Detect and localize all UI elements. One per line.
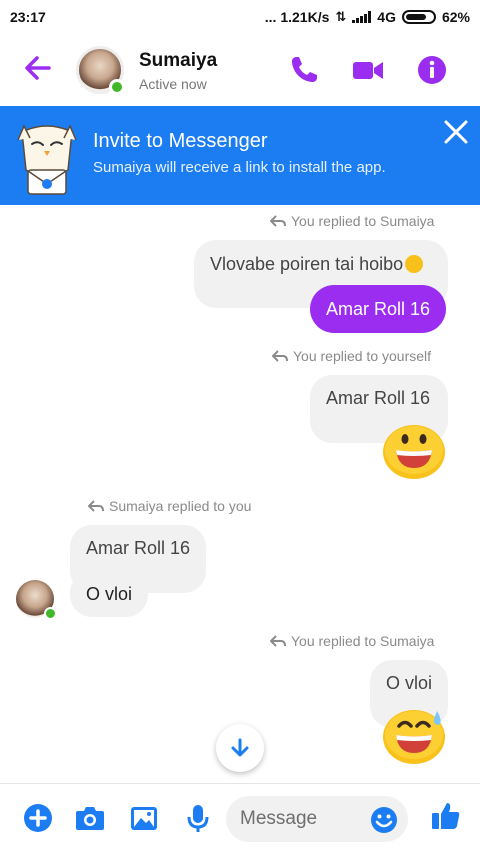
plus-circle-icon[interactable] <box>22 802 54 834</box>
owl-mascot-icon <box>17 124 77 195</box>
scroll-to-bottom-button[interactable] <box>216 724 264 772</box>
info-icon[interactable] <box>416 54 448 86</box>
online-indicator <box>44 607 57 620</box>
gallery-image-icon[interactable] <box>128 802 160 834</box>
quoted-text: Amar Roll 16 <box>86 538 191 558</box>
network-type: 4G <box>377 9 396 25</box>
status-bar: 23:17 ... 1.21K/s ⇅ 4G 62% <box>0 0 480 34</box>
contact-name[interactable]: Sumaiya <box>139 50 217 72</box>
invite-banner[interactable]: Invite to Messenger Sumaiya will receive… <box>0 106 480 205</box>
invite-subtitle: Sumaiya will receive a link to install t… <box>93 159 386 176</box>
video-camera-icon[interactable] <box>352 54 384 86</box>
quoted-text: O vloi <box>386 673 433 693</box>
chat-header: Sumaiya Active now <box>0 34 480 106</box>
network-speed: ... 1.21K/s <box>264 9 330 25</box>
data-arrows-icon: ⇅ <box>335 9 347 24</box>
message-composer <box>0 783 480 853</box>
slightly-smiling-emoji-icon <box>405 255 424 273</box>
reply-arrow-icon <box>270 635 286 647</box>
status-indicators: ... 1.21K/s ⇅ 4G 62% <box>265 9 470 25</box>
battery-icon <box>401 10 436 24</box>
quoted-text: Amar Roll 16 <box>326 388 431 408</box>
back-arrow-icon[interactable] <box>22 52 54 84</box>
thumbs-up-icon[interactable] <box>430 800 462 832</box>
reply-arrow-icon <box>88 500 104 512</box>
reply-note-text: You replied to yourself <box>293 348 432 364</box>
grinning-face-emoji-icon[interactable] <box>382 420 446 480</box>
reply-note: You replied to Sumaiya <box>270 633 434 649</box>
contact-avatar[interactable] <box>76 46 125 95</box>
sender-avatar[interactable] <box>16 580 57 620</box>
reply-note-text: You replied to Sumaiya <box>291 213 435 229</box>
microphone-icon[interactable] <box>182 802 214 834</box>
reply-arrow-icon <box>270 215 286 227</box>
camera-icon[interactable] <box>74 802 106 834</box>
reply-arrow-icon <box>272 350 288 362</box>
contact-status: Active now <box>139 76 207 92</box>
reply-note-text: Sumaiya replied to you <box>109 498 252 514</box>
message-text: O vloi <box>86 584 133 604</box>
status-time: 23:17 <box>10 9 46 25</box>
reply-note: You replied to yourself <box>272 348 431 364</box>
message-text: Amar Roll 16 <box>326 299 431 319</box>
phone-icon[interactable] <box>288 54 320 86</box>
quoted-text: Vlovabe poiren tai hoibo <box>210 254 404 274</box>
reply-note: Sumaiya replied to you <box>88 498 251 514</box>
sent-message[interactable]: Amar Roll 16 <box>310 285 447 333</box>
invite-title: Invite to Messenger <box>93 130 268 152</box>
reply-note-text: You replied to Sumaiya <box>291 633 435 649</box>
emoji-picker-icon[interactable] <box>369 805 399 835</box>
battery-percent: 62% <box>441 9 470 25</box>
received-message[interactable]: O vloi <box>70 571 149 617</box>
grinning-face-with-sweat-emoji-icon[interactable] <box>382 705 446 765</box>
arrow-down-icon <box>231 738 249 757</box>
online-indicator <box>109 79 125 95</box>
signal-icon <box>352 11 372 23</box>
reply-note: You replied to Sumaiya <box>270 213 434 229</box>
close-icon[interactable] <box>442 118 470 146</box>
